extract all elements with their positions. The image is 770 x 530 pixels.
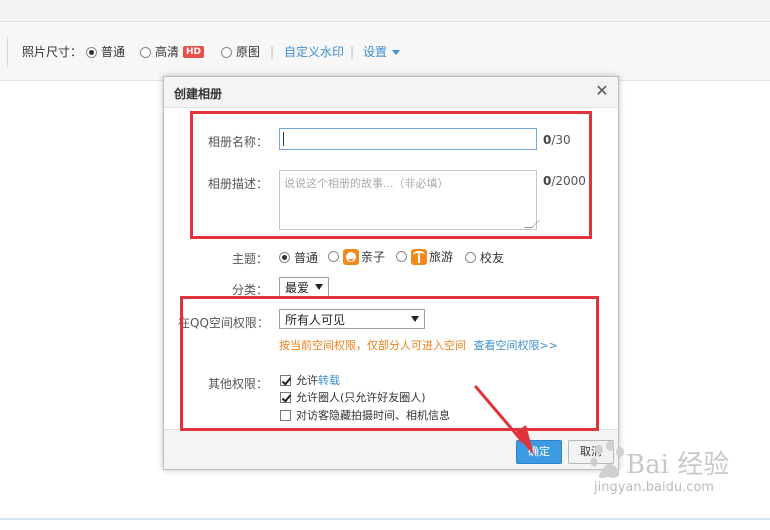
paw-logo-icon xyxy=(590,441,624,478)
toolbar-separator-1: | xyxy=(270,45,275,59)
custom-watermark-link[interactable]: 自定义水印 xyxy=(284,44,344,60)
radio-original[interactable] xyxy=(221,46,232,58)
theme-option-kid[interactable]: 亲子 xyxy=(328,248,385,265)
size-option-hd-label: 高清 xyxy=(155,45,180,59)
theme-travel-label: 旅游 xyxy=(429,250,454,264)
smiley-face-icon xyxy=(343,248,359,265)
watermark-url: jingyan.baidu.com xyxy=(594,480,714,495)
top-band xyxy=(0,0,770,22)
dialog-title: 创建相册 xyxy=(174,87,223,101)
theme-alumni-label: 校友 xyxy=(480,251,505,265)
dropdown-arrow-icon xyxy=(315,284,323,290)
radio-theme-normal[interactable] xyxy=(279,252,290,263)
annotation-box-name-desc xyxy=(190,111,592,239)
palm-tree-icon xyxy=(411,248,427,265)
category-select[interactable]: 最爱 xyxy=(279,277,329,297)
hd-badge: HD xyxy=(183,46,205,58)
theme-label: 主题： xyxy=(231,252,268,266)
chevron-down-icon xyxy=(392,49,401,55)
radio-normal[interactable] xyxy=(86,46,97,58)
radio-theme-alumni[interactable] xyxy=(465,252,476,263)
category-selected-value: 最爱 xyxy=(285,280,310,295)
theme-option-alumni[interactable]: 校友 xyxy=(465,249,504,266)
upload-toolbar: 照片尺寸： 普通 高清 HD 原图 | 自定义水印 | 设置 xyxy=(0,23,770,81)
close-icon[interactable]: ✕ xyxy=(594,82,610,100)
annotation-arrow-icon xyxy=(474,385,534,455)
size-option-hd[interactable]: 高清 HD xyxy=(140,44,205,60)
theme-option-travel[interactable]: 旅游 xyxy=(396,248,453,265)
radio-hd[interactable] xyxy=(140,46,151,58)
theme-normal-label: 普通 xyxy=(294,251,319,265)
size-option-normal-label: 普通 xyxy=(101,45,126,59)
photo-size-label: 照片尺寸： xyxy=(22,45,83,59)
settings-label: 设置 xyxy=(363,45,388,59)
page-bottom-line xyxy=(0,518,770,520)
theme-option-normal[interactable]: 普通 xyxy=(279,249,318,266)
theme-kid-label: 亲子 xyxy=(361,250,386,264)
settings-menu[interactable]: 设置 xyxy=(363,44,401,60)
size-option-original-label: 原图 xyxy=(236,45,261,59)
toolbar-left-edge xyxy=(0,37,8,67)
size-option-original[interactable]: 原图 xyxy=(221,44,260,60)
watermark-text: Bai 经验 xyxy=(626,450,730,480)
dialog-header: 创建相册 ✕ xyxy=(164,77,618,108)
radio-theme-kid[interactable] xyxy=(328,251,339,262)
radio-theme-travel[interactable] xyxy=(396,251,407,262)
dialog-footer: 确定 取消 xyxy=(164,429,618,469)
toolbar-separator-2: | xyxy=(350,45,355,59)
size-option-normal[interactable]: 普通 xyxy=(86,44,125,60)
